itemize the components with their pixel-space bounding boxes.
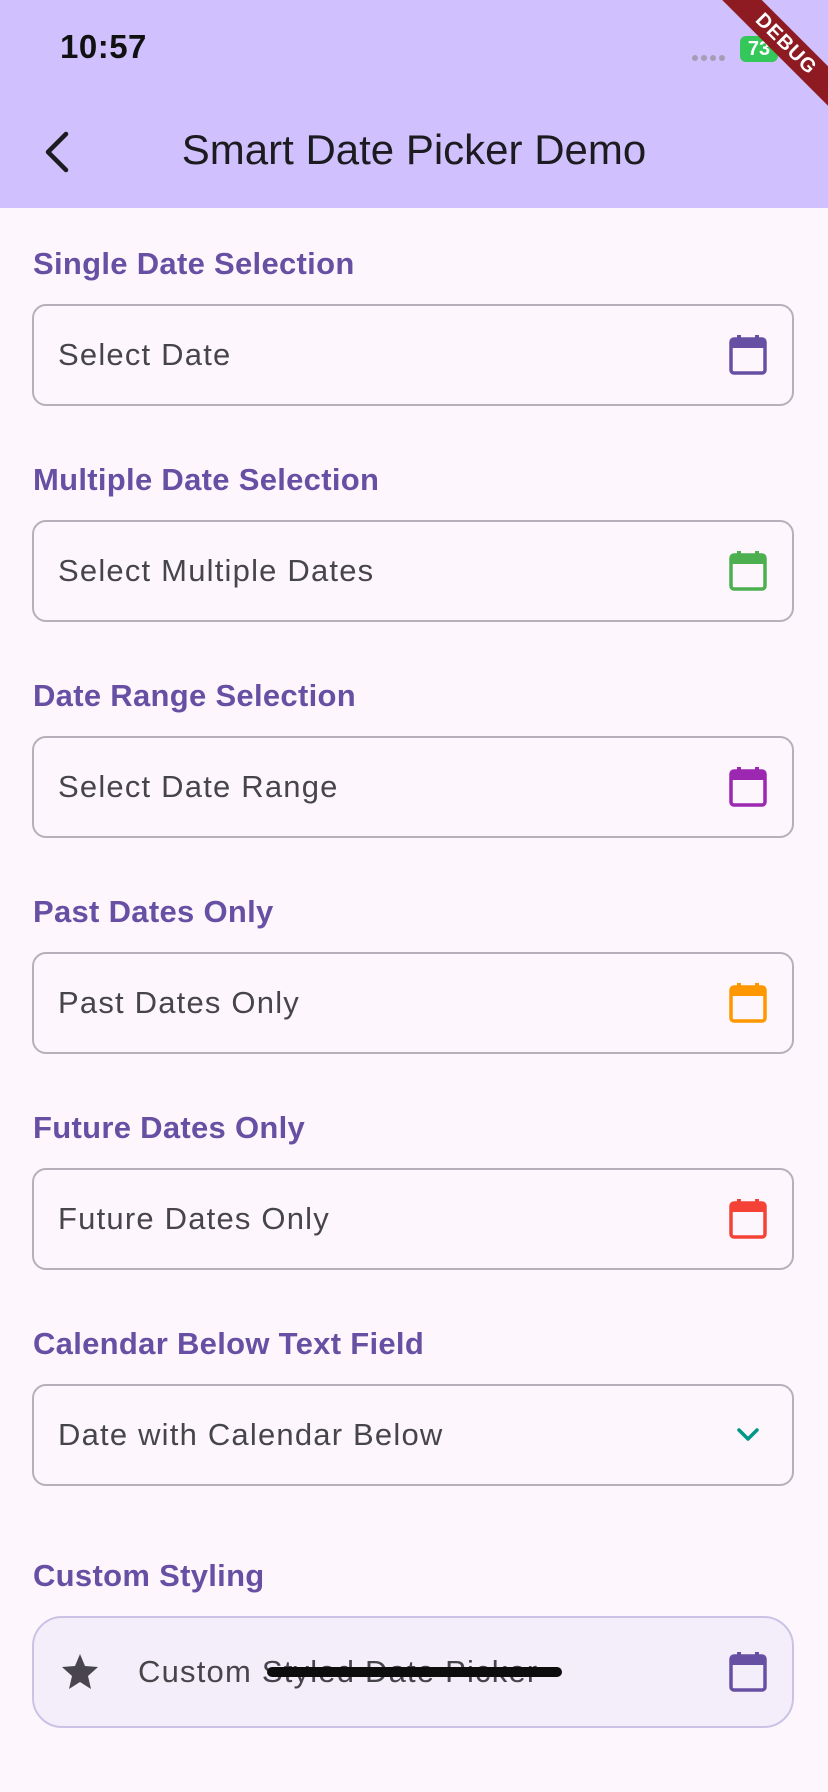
- date-range-field[interactable]: Select Date Range: [32, 736, 794, 838]
- multiple-date-field[interactable]: Select Multiple Dates: [32, 520, 794, 622]
- calendar-icon[interactable]: [726, 765, 770, 809]
- chevron-down-icon[interactable]: [726, 1413, 770, 1457]
- multiple-date-hint: Select Multiple Dates: [58, 553, 375, 588]
- section-label-calendar-below: Calendar Below Text Field: [33, 1326, 425, 1361]
- section-label-date-range: Date Range Selection: [33, 678, 356, 713]
- section-label-single-date: Single Date Selection: [33, 246, 355, 281]
- past-dates-field[interactable]: Past Dates Only: [32, 952, 794, 1054]
- calendar-icon[interactable]: [726, 1650, 770, 1694]
- calendar-icon[interactable]: [726, 981, 770, 1025]
- past-dates-hint: Past Dates Only: [58, 985, 300, 1020]
- status-time: 10:57: [60, 28, 147, 65]
- home-indicator[interactable]: [267, 1667, 562, 1677]
- section-label-future-dates: Future Dates Only: [33, 1110, 306, 1145]
- star-icon: [62, 1654, 98, 1689]
- calendar-icon[interactable]: [726, 333, 770, 377]
- calendar-below-field[interactable]: Date with Calendar Below: [32, 1384, 794, 1486]
- date-range-hint: Select Date Range: [58, 769, 339, 804]
- section-label-multiple-date: Multiple Date Selection: [33, 462, 380, 497]
- calendar-icon[interactable]: [726, 549, 770, 593]
- debug-banner: DEBUG: [668, 0, 828, 160]
- section-label-past-dates: Past Dates Only: [33, 894, 274, 929]
- future-dates-hint: Future Dates Only: [58, 1201, 330, 1236]
- debug-banner-label: DEBUG: [705, 0, 828, 125]
- calendar-below-hint: Date with Calendar Below: [58, 1417, 444, 1452]
- calendar-icon[interactable]: [726, 1197, 770, 1241]
- single-date-field[interactable]: Select Date: [32, 304, 794, 406]
- future-dates-field[interactable]: Future Dates Only: [32, 1168, 794, 1270]
- single-date-hint: Select Date: [58, 337, 232, 372]
- section-label-custom-styling: Custom Styling: [33, 1558, 265, 1593]
